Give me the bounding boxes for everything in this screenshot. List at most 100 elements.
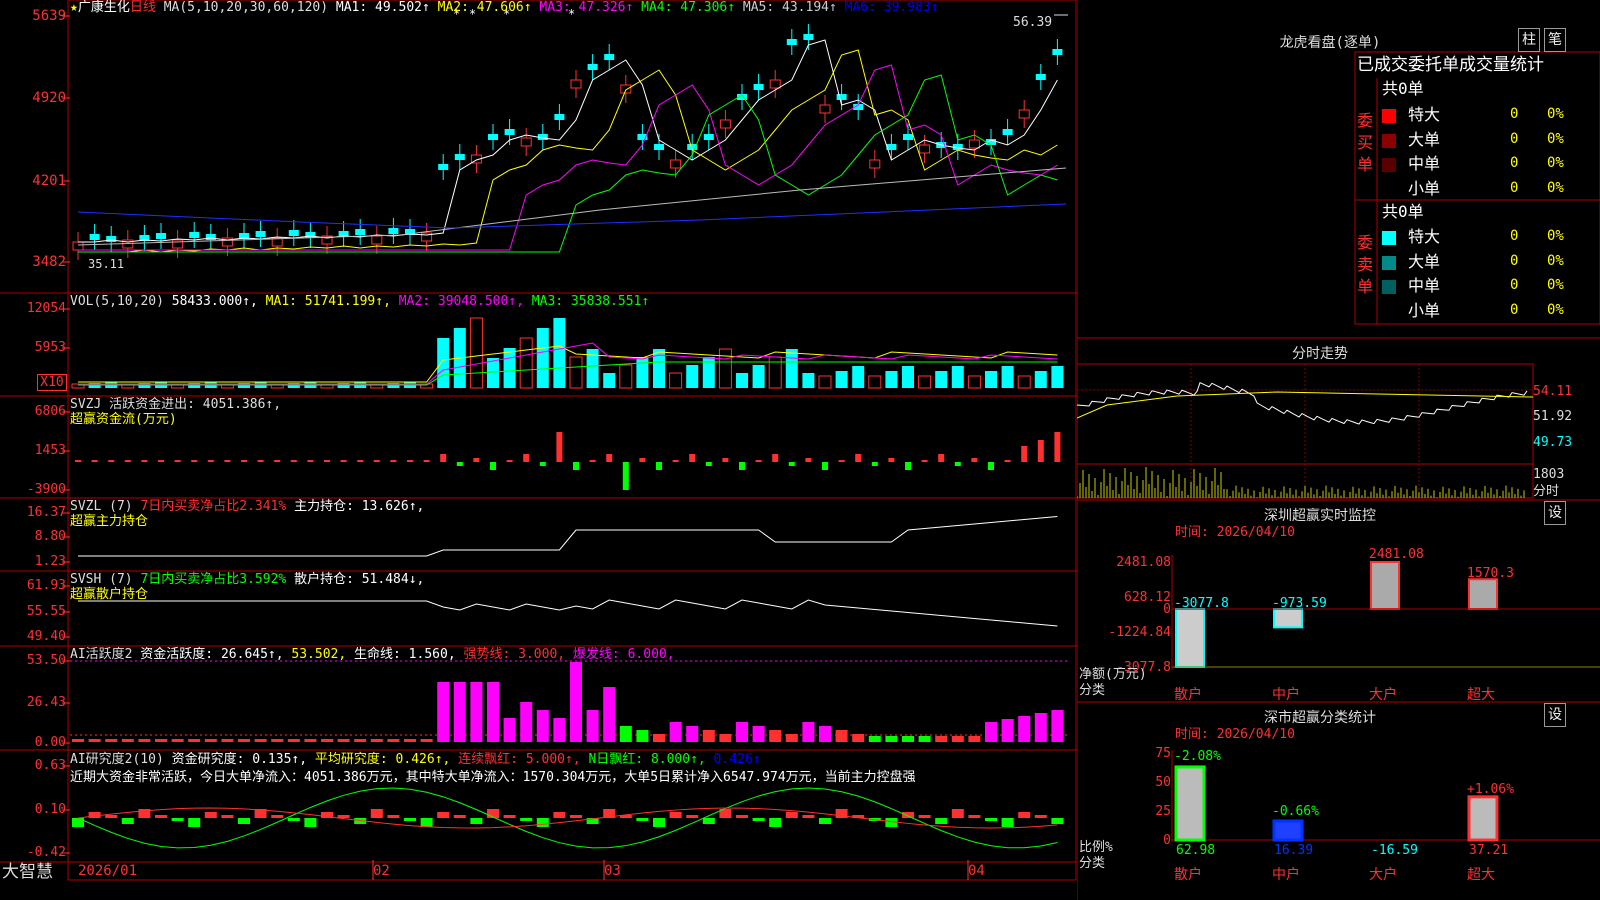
ai1-bar-59	[1051, 710, 1064, 742]
rt-axis-3: -1224.84	[1108, 625, 1171, 640]
svzj-bar-6	[174, 460, 181, 462]
vol-header: VOL(5,10,20) 58433.000↑, MA1: 51741.199↑…	[70, 295, 649, 309]
ai1-bar-19	[387, 739, 400, 742]
ai2-bar-29	[553, 812, 566, 818]
star-icon[interactable]: ★	[70, 0, 78, 15]
svzj-bar-23	[456, 462, 463, 466]
axis-vol-1: 5953	[34, 340, 66, 355]
candle-body-56	[1002, 129, 1013, 135]
ai1-bar-24	[470, 682, 483, 742]
axis-svzl-1: 8.80	[34, 529, 66, 544]
pen-mode-button[interactable]: 笔	[1544, 28, 1566, 52]
sell-row-pct-2: 0%	[1547, 277, 1564, 293]
sell-row-count-2: 0	[1510, 277, 1519, 293]
dragon-subtitle: 已成交委托单成交量统计	[1357, 55, 1544, 75]
svzj-bar-41	[755, 460, 762, 462]
ai1-bar-4	[138, 739, 151, 742]
vol-bar-50	[902, 366, 914, 388]
ai2-bar-36	[669, 812, 682, 818]
ai2-bar-55	[985, 818, 997, 821]
ma1-line	[78, 39, 1058, 243]
ai1-header: AI活跃度2 资金活跃度: 26.645↑, 53.502, 生命线: 1.56…	[70, 648, 675, 662]
svzj-bar-27	[523, 454, 530, 462]
svzj-bar-24	[473, 458, 480, 462]
rt-bar-3	[1468, 578, 1498, 610]
vol-bar-28	[536, 328, 549, 388]
ai2-bar-2	[105, 815, 118, 818]
ind-ai2-item-1: 资金研究度: 0.135↑,	[163, 752, 308, 767]
ind-svsh-item-2: 散户持仓: 51.484↓,	[286, 572, 425, 587]
svzj-bar-34	[639, 458, 646, 462]
ind-ai1-item-1: 资金活跃度: 26.645↑,	[132, 647, 284, 662]
ai1-bar-41	[752, 726, 765, 742]
ai1-bar-53	[951, 736, 964, 742]
buy-row-count-3: 0	[1510, 179, 1519, 196]
ai2-bar-9	[221, 815, 234, 818]
cl-bottom-label-2: -16.59	[1371, 843, 1418, 858]
vol-bar-41	[752, 365, 765, 388]
candle-body-7	[189, 232, 200, 238]
axis-svzj-0: 6806	[34, 404, 66, 419]
ai1-bar-43	[785, 734, 798, 742]
axis-svsh-2: 49.40	[26, 629, 66, 644]
svzj-bar-10	[241, 460, 247, 462]
ai1-bar-16	[337, 739, 350, 742]
candle-body-36	[670, 159, 682, 169]
realtime-ylabel: 净额(万元)	[1079, 667, 1147, 682]
svzj-bar-45	[822, 462, 828, 470]
intraday-price-low: 49.73	[1533, 435, 1573, 450]
ai2-bar-8	[204, 812, 217, 818]
vol-bar-24	[469, 317, 483, 389]
cl-category-0: 散户	[1174, 867, 1202, 883]
svzj-bar-11	[257, 460, 264, 462]
ai1-bar-27	[520, 702, 533, 742]
svzj-bar-31	[589, 460, 596, 462]
classify-ylabel: 比例%	[1079, 840, 1113, 855]
ai2-bar-23	[453, 815, 466, 818]
ai2-bar-53	[951, 809, 964, 818]
vol-bar-46	[835, 371, 848, 388]
period-label[interactable]: 日线	[130, 0, 156, 15]
ai2-bar-43	[785, 812, 798, 818]
ai1-bar-47	[852, 734, 865, 742]
stock-name: 广康生化	[77, 0, 130, 15]
buy-row-name-2: 中单	[1408, 154, 1441, 173]
classify-settings-button[interactable]: 设	[1544, 703, 1566, 727]
ai1-bar-48	[868, 736, 881, 742]
ai2-bar-54	[968, 815, 981, 818]
ind-ai2-item-5: 0.426↑	[705, 752, 761, 767]
ai2-bar-59	[1051, 818, 1064, 824]
svzl-subtitle: 超赢主力持仓	[70, 514, 149, 529]
svzj-bar-22	[440, 454, 447, 462]
axis-svsh-1: 55.55	[26, 604, 66, 619]
candle-body-39	[719, 119, 731, 129]
cl-bottom-label-3: 37.21	[1469, 843, 1509, 858]
cl-bar-1	[1272, 819, 1304, 842]
candle-body-48	[869, 159, 881, 169]
axis-price-1: 4920	[32, 90, 66, 106]
sell-row-swatch-2	[1382, 280, 1396, 294]
axis-svzl-2: 1.23	[34, 554, 66, 569]
ai2-bar-35	[653, 818, 665, 827]
svzj-bar-55	[988, 462, 994, 470]
ind-ai1-item-3: 生命线: 1.560,	[346, 647, 456, 662]
ai1-bar-6	[171, 739, 184, 742]
buy-row-count-1: 0	[1510, 130, 1519, 147]
cl-bottom-label-1: 16.39	[1274, 843, 1314, 858]
bar-mode-button[interactable]: 柱	[1518, 28, 1540, 52]
ai2-bar-19	[387, 815, 400, 818]
ai1-bar-8	[204, 739, 217, 742]
rt-value-label-3: 1570.3	[1467, 566, 1514, 581]
ai2-header: AI研究度2(10) 资金研究度: 0.135↑, 平均研究度: 0.426↑,…	[70, 753, 761, 767]
vol-bar-51	[918, 375, 932, 389]
svzl-header: SVZL (7) 7日内买卖净占比2.341% 主力持仓: 13.626↑,	[70, 500, 424, 514]
ai2-bar-7	[188, 818, 201, 827]
realtime-settings-button[interactable]: 设	[1544, 501, 1566, 525]
svzj-bar-1	[91, 460, 98, 462]
rt-category-2: 大户	[1369, 687, 1397, 703]
candle-body-59	[1052, 49, 1063, 55]
svzj-bar-5	[158, 460, 164, 462]
sell-row-swatch-1	[1382, 255, 1396, 270]
sell-total: 共0单	[1382, 202, 1424, 221]
cl-category-1: 中户	[1272, 867, 1300, 883]
